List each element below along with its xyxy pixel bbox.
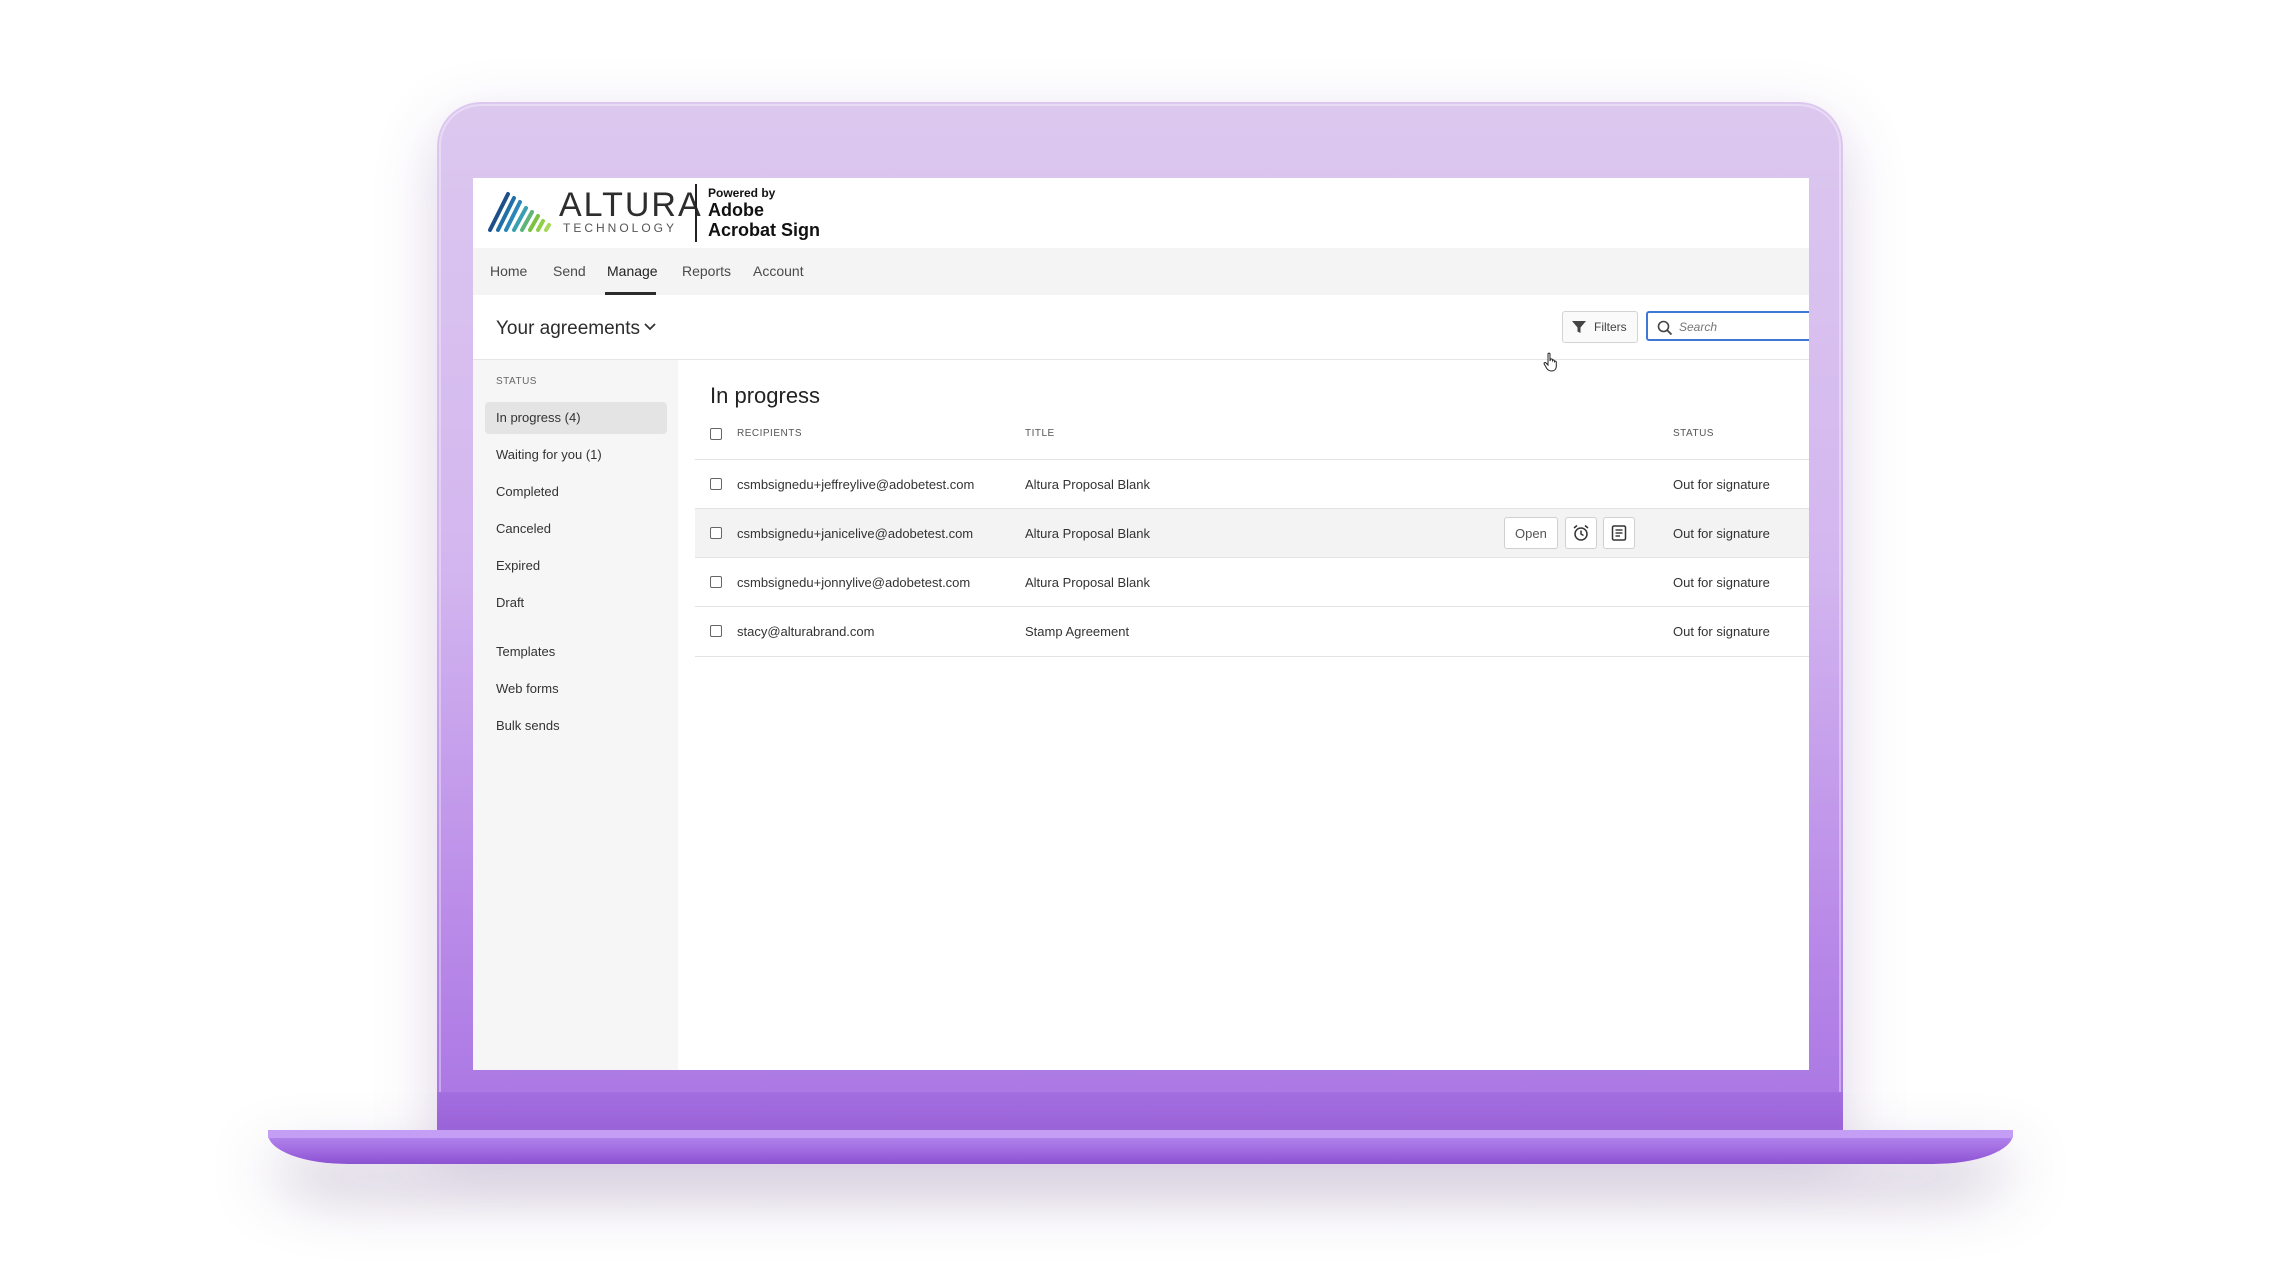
sidebar-item-label: Templates (496, 644, 556, 659)
open-button[interactable]: Open (1504, 517, 1558, 549)
powered-by-label: Powered by (708, 186, 776, 200)
status-cell: Out for signature (1673, 624, 1770, 639)
sidebar-item-label: Completed (496, 484, 559, 499)
row-checkbox[interactable] (710, 527, 722, 539)
nav-send[interactable]: Send (553, 263, 586, 279)
recipient-cell: csmbsignedu+janicelive@adobetest.com (737, 526, 974, 541)
document-notes-icon (1611, 525, 1627, 541)
sidebar-item-label: Web forms (496, 681, 559, 696)
sidebar-item-canceled[interactable]: Canceled (485, 513, 667, 545)
search-icon (1657, 320, 1673, 336)
table-row[interactable]: csmbsignedu+jonnylive@adobetest.com Altu… (695, 557, 1809, 607)
search-input[interactable] (1677, 316, 1809, 338)
nav-account[interactable]: Account (753, 263, 804, 279)
select-all-checkbox[interactable] (710, 428, 722, 440)
row-checkbox[interactable] (710, 625, 722, 637)
sidebar-item-label: Canceled (496, 521, 551, 536)
logo-divider (695, 184, 697, 242)
sidebar-item-label: In progress (4) (496, 410, 581, 425)
open-button-label: Open (1515, 526, 1547, 541)
table-row[interactable]: csmbsignedu+jeffreylive@adobetest.com Al… (695, 459, 1809, 509)
logo-wordmark: ALTURA (559, 186, 703, 224)
activity-button[interactable] (1603, 517, 1635, 549)
section-title: In progress (710, 383, 821, 408)
nav-home[interactable]: Home (490, 263, 527, 279)
top-nav: Home Send Manage Reports Account (473, 248, 1809, 296)
title-cell: Altura Proposal Blank (1025, 477, 1151, 492)
sidebar-item-completed[interactable]: Completed (485, 476, 667, 508)
search-box[interactable] (1646, 311, 1809, 341)
recipient-cell: csmbsignedu+jonnylive@adobetest.com (737, 575, 971, 590)
laptop-hinge (437, 1092, 1843, 1130)
laptop-screen: ALTURA TECHNOLOGY Powered by Adobe Acrob… (473, 178, 1809, 1070)
filter-funnel-icon (1572, 321, 1586, 333)
product-name-line1: Adobe (708, 200, 764, 220)
row-checkbox[interactable] (710, 576, 722, 588)
recipient-cell: csmbsignedu+jeffreylive@adobetest.com (737, 477, 975, 492)
sidebar-item-web-forms[interactable]: Web forms (485, 673, 667, 705)
status-cell: Out for signature (1673, 575, 1770, 590)
alarm-clock-icon (1573, 524, 1589, 541)
table-row[interactable]: stacy@alturabrand.com Stamp Agreement Ou… (695, 606, 1809, 656)
column-header-status: STATUS (1673, 428, 1714, 439)
sidebar-item-label: Waiting for you (1) (496, 447, 602, 462)
chevron-down-icon[interactable] (644, 322, 656, 332)
column-header-title: TITLE (1025, 428, 1055, 439)
table-row[interactable]: csmbsignedu+janicelive@adobetest.com Alt… (695, 508, 1809, 558)
sidebar-item-waiting[interactable]: Waiting for you (1) (485, 439, 667, 471)
altura-logo-icon (488, 192, 551, 232)
title-cell: Stamp Agreement (1025, 624, 1130, 639)
sidebar-item-expired[interactable]: Expired (485, 550, 667, 582)
status-sidebar: STATUS In progress (4) Waiting for you (… (473, 360, 678, 1070)
title-cell: Altura Proposal Blank (1025, 575, 1151, 590)
laptop-base-lip (268, 1130, 2013, 1138)
column-header-recipients: RECIPIENTS (737, 428, 803, 439)
recipient-cell: stacy@alturabrand.com (737, 624, 875, 639)
nav-manage[interactable]: Manage (607, 263, 658, 279)
product-name-line2: Acrobat Sign (708, 220, 821, 240)
table-bottom-divider (695, 656, 1809, 657)
sidebar-item-label: Draft (496, 595, 525, 610)
sidebar-item-draft[interactable]: Draft (485, 587, 667, 619)
filters-button[interactable]: Filters (1562, 311, 1638, 343)
send-reminder-button[interactable] (1565, 517, 1597, 549)
sidebar-item-in-progress[interactable]: In progress (4) (485, 402, 667, 434)
status-heading: STATUS (496, 376, 537, 387)
sidebar-item-templates[interactable]: Templates (485, 636, 667, 668)
status-cell: Out for signature (1673, 477, 1770, 492)
brand-bar: ALTURA TECHNOLOGY Powered by Adobe Acrob… (473, 178, 1809, 249)
sidebar-item-label: Expired (496, 558, 541, 573)
row-checkbox[interactable] (710, 478, 722, 490)
status-cell: Out for signature (1673, 526, 1770, 541)
sidebar-item-bulk-sends[interactable]: Bulk sends (485, 710, 667, 742)
title-cell: Altura Proposal Blank (1025, 526, 1151, 541)
sidebar-item-label: Bulk sends (496, 718, 560, 733)
agreements-dropdown[interactable]: Your agreements (496, 318, 640, 340)
logo-subtitle: TECHNOLOGY (563, 221, 678, 235)
nav-reports[interactable]: Reports (682, 263, 731, 279)
hand-cursor-icon (1543, 352, 1557, 372)
filters-label: Filters (1594, 320, 1627, 334)
page-header: Your agreements Filters (473, 295, 1809, 360)
